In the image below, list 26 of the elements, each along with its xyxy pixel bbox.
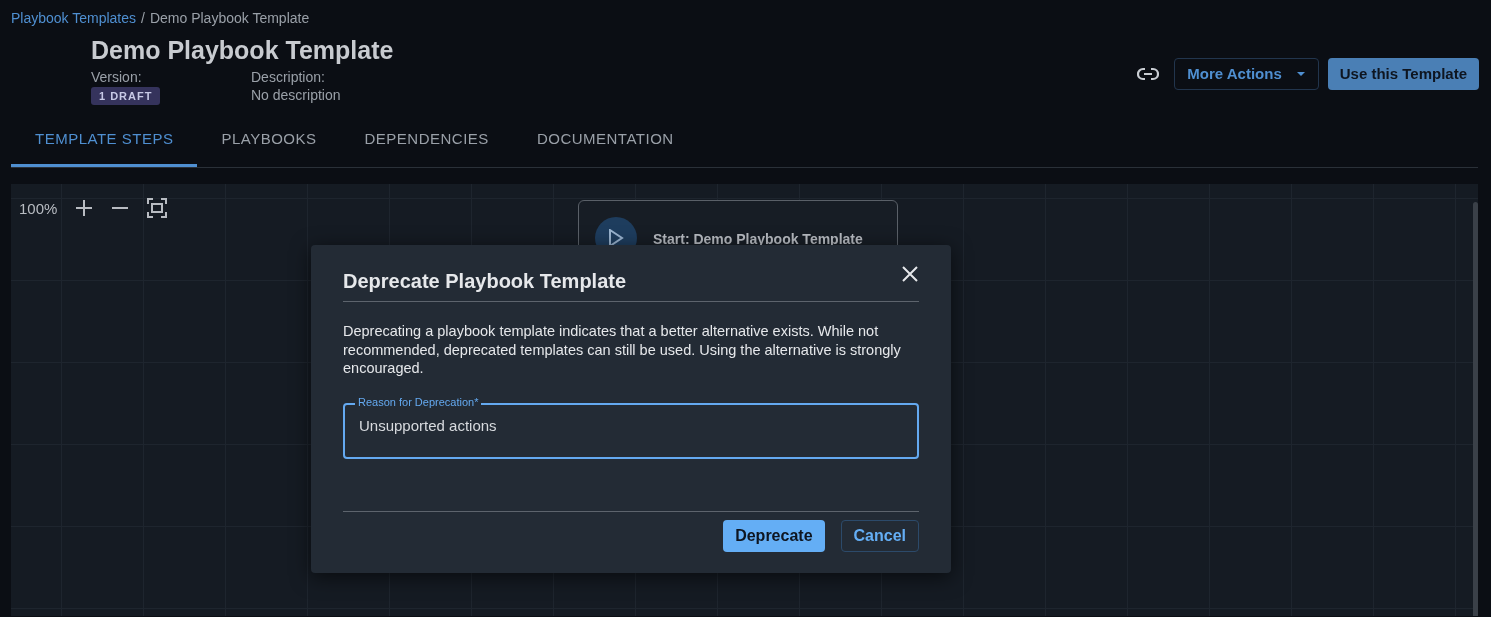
tab[interactable]: DEPENDENCIES xyxy=(340,112,513,167)
version-label: Version: xyxy=(91,69,143,85)
scrollbar[interactable] xyxy=(1473,202,1478,616)
zoom-level: 100% xyxy=(19,199,58,217)
tab[interactable]: PLAYBOOKS xyxy=(197,112,341,167)
cancel-button[interactable]: Cancel xyxy=(840,519,919,552)
description-label: Description: xyxy=(251,69,326,85)
page-title: Demo Playbook Template xyxy=(91,36,395,65)
dialog-message: Deprecating a playbook template indicates that a better alternative exists. While not recommended, deprecated templates can still be used. Using the alternative is strongly encouraged. xyxy=(343,322,902,378)
close-icon xyxy=(901,265,919,283)
more-actions-dropdown[interactable]: More Actions xyxy=(1174,57,1319,90)
start-node-label: Start: Demo Playbook Template xyxy=(653,230,863,247)
dialog-title: Deprecate Playbook Template xyxy=(343,269,627,293)
tab[interactable]: TEMPLATE STEPS xyxy=(11,112,198,167)
breadcrumb-link[interactable]: Playbook Templates xyxy=(11,10,137,26)
zoom-in-icon[interactable] xyxy=(75,199,94,217)
deprecate-button[interactable]: Deprecate xyxy=(723,519,825,552)
version-badge: 1 DRAFT xyxy=(91,87,161,105)
description-value: No description xyxy=(251,87,342,103)
tab[interactable]: DOCUMENTATION xyxy=(512,112,698,167)
use-template-button[interactable]: Use this Template xyxy=(1327,57,1479,90)
play-glyph-icon xyxy=(608,229,624,247)
caret-icon xyxy=(1295,70,1306,77)
breadcrumb-current: Demo Playbook Template xyxy=(149,10,310,26)
fit-screen-icon[interactable] xyxy=(147,198,168,218)
breadcrumb-separator: / xyxy=(141,10,145,26)
